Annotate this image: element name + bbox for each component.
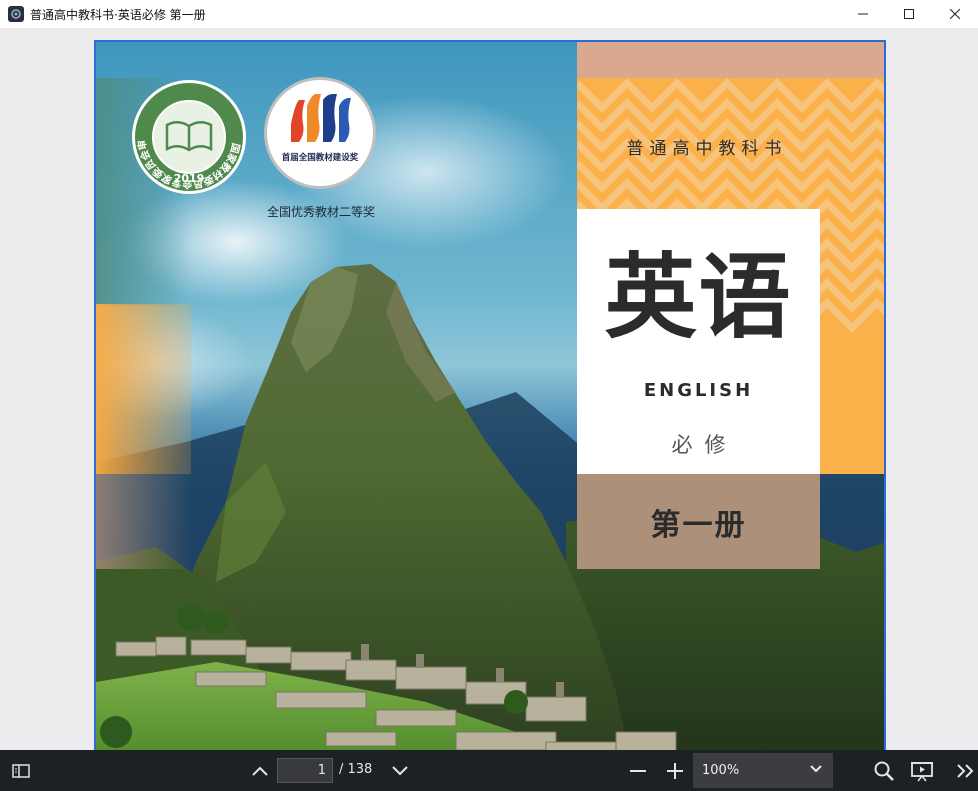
decor-orange-block — [96, 304, 191, 474]
more-tools-button[interactable] — [952, 758, 978, 784]
zoom-value: 100% — [702, 763, 740, 778]
zoom-out-button[interactable] — [626, 759, 650, 783]
chevron-down-icon — [810, 765, 822, 773]
zoom-select[interactable]: 100% — [693, 753, 833, 788]
series-title: 普通高中教科书 — [626, 139, 788, 159]
english-title: ENGLISH — [643, 380, 754, 401]
approval-seal-icon: 国家教材委员会专家委员会审核通过 2019 — [131, 79, 246, 194]
prev-page-icon — [252, 766, 268, 776]
minimize-icon — [858, 13, 868, 15]
award-caption: 全国优秀教材二等奖 — [266, 205, 375, 219]
window-controls — [840, 0, 978, 28]
decor-top-band — [577, 42, 884, 78]
close-button[interactable] — [932, 0, 978, 28]
next-page-icon — [392, 766, 408, 776]
title-bar: 普通高中教科书·英语必修 第一册 — [0, 0, 978, 28]
zoom-out-icon — [630, 770, 646, 772]
next-page-button[interactable] — [388, 759, 412, 783]
presentation-button[interactable] — [908, 758, 936, 784]
seal-year: 2019 — [174, 172, 205, 185]
more-icon — [957, 764, 974, 778]
zoom-in-button[interactable] — [663, 759, 687, 783]
award-medal-icon: 首届全国教材建设奖 — [264, 77, 376, 189]
volume-label: 第一册 — [650, 508, 747, 543]
close-icon — [950, 9, 960, 19]
bottom-toolbar: 1 / 138 100% — [0, 750, 978, 791]
pdf-page[interactable]: 普通高中教科书 英语 ENGLISH 必修 第一册 国家教材委员会专家委员会审核… — [94, 40, 886, 750]
decor-gray-block — [96, 474, 191, 569]
course-type: 必修 — [671, 433, 738, 457]
document-viewer[interactable]: 普通高中教科书 英语 ENGLISH 必修 第一册 国家教材委员会专家委员会审核… — [0, 28, 978, 750]
book-title: 英语 — [604, 243, 793, 351]
sidebar-toggle-icon — [12, 764, 30, 778]
search-button[interactable] — [871, 758, 897, 784]
maximize-icon — [904, 9, 914, 19]
zoom-in-icon — [667, 763, 683, 779]
window-title: 普通高中教科书·英语必修 第一册 — [30, 7, 206, 22]
search-icon — [874, 761, 894, 781]
page-total: / 138 — [339, 762, 373, 777]
sidebar-toggle-button[interactable] — [8, 759, 34, 783]
presentation-icon — [911, 762, 933, 782]
medal-text: 首届全国教材建设奖 — [282, 152, 359, 163]
page-number-input[interactable]: 1 — [277, 758, 333, 783]
app-icon — [8, 6, 24, 22]
maximize-button[interactable] — [886, 0, 932, 28]
prev-page-button[interactable] — [248, 759, 272, 783]
minimize-button[interactable] — [840, 0, 886, 28]
